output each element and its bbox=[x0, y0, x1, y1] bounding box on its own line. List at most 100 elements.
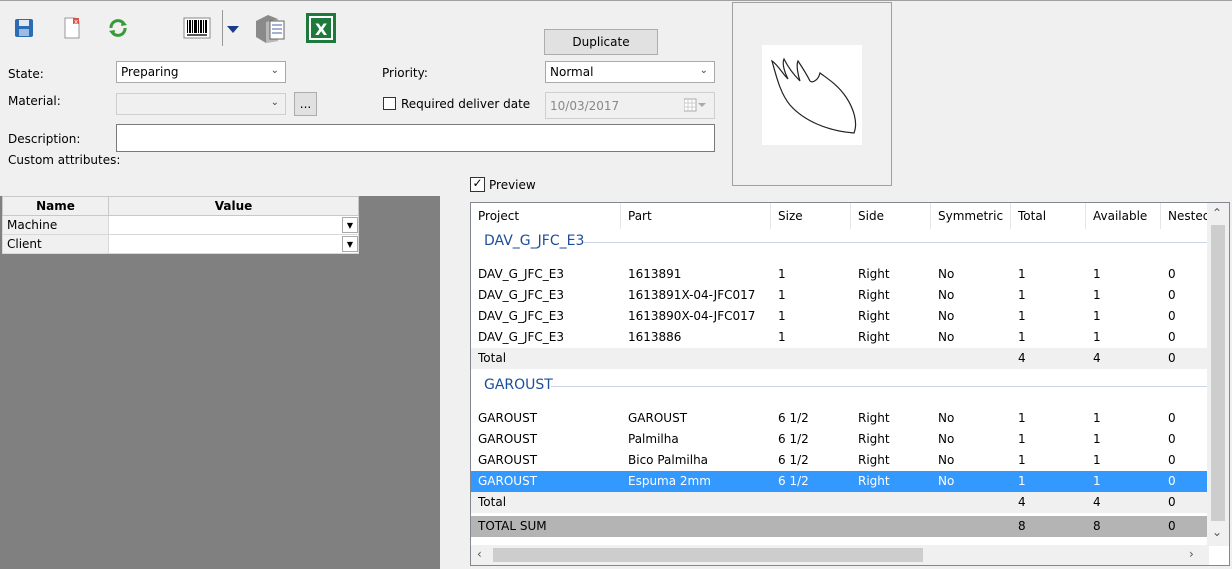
column-header-total[interactable]: Total bbox=[1011, 203, 1086, 229]
table-row[interactable]: DAV_G_JFC_E3 1613891X-04-JFC017 1 Right No 1 1… bbox=[471, 285, 1208, 306]
description-input[interactable] bbox=[116, 124, 715, 152]
column-header-size[interactable]: Size bbox=[771, 203, 851, 229]
grid-cell-part: Bico Palmilha bbox=[628, 453, 709, 467]
grid-cell-symmetric: No bbox=[938, 330, 955, 344]
barcode-icon[interactable] bbox=[183, 14, 211, 42]
grid-cell-project: GAROUST bbox=[478, 474, 538, 488]
table-row-selected[interactable]: GAROUST Espuma 2mm 6 1/2 Right No 1 1 0 bbox=[471, 471, 1208, 492]
chevron-down-icon: ⌄ bbox=[270, 97, 279, 108]
excel-icon[interactable]: X bbox=[305, 12, 337, 44]
grid-cell-nested: 0 bbox=[1168, 453, 1176, 467]
grid-cell-project: GAROUST bbox=[478, 432, 538, 446]
grid-cell-size: 6 1/2 bbox=[778, 453, 809, 467]
attribute-value-cell[interactable]: ▼ bbox=[108, 234, 359, 254]
total-sum-row: TOTAL SUM 8 8 0 bbox=[471, 516, 1208, 537]
deliver-date-picker[interactable]: 10/03/2017 bbox=[545, 92, 715, 119]
column-header-project[interactable]: Project bbox=[471, 203, 621, 229]
table-row[interactable]: GAROUST GAROUST 6 1/2 Right No 1 1 0 bbox=[471, 408, 1208, 429]
required-deliver-checkbox[interactable] bbox=[383, 97, 396, 110]
required-deliver-label: Required deliver date bbox=[401, 97, 531, 111]
grid-cell-available: 4 bbox=[1093, 351, 1101, 365]
grid-cell-nested: 0 bbox=[1168, 309, 1176, 323]
vertical-scrollbar[interactable]: ⌃ ⌄ bbox=[1207, 203, 1229, 546]
grid-cell-size: 6 1/2 bbox=[778, 474, 809, 488]
grid-cell-side: Right bbox=[858, 453, 890, 467]
dropdown-arrow-icon[interactable]: ▼ bbox=[342, 236, 358, 252]
dropdown-arrow-icon[interactable] bbox=[226, 16, 240, 44]
refresh-icon[interactable] bbox=[104, 14, 132, 42]
grid-cell-available: 1 bbox=[1093, 288, 1101, 302]
column-header-available[interactable]: Available bbox=[1086, 203, 1161, 229]
part-shape-preview bbox=[762, 45, 862, 145]
column-header-symmetric[interactable]: Symmetric bbox=[931, 203, 1011, 229]
grid-cell-nested: 0 bbox=[1168, 474, 1176, 488]
save-icon[interactable] bbox=[10, 14, 38, 42]
scroll-down-icon[interactable]: ⌄ bbox=[1212, 525, 1222, 539]
grid-cell-side: Right bbox=[858, 288, 890, 302]
top-border bbox=[0, 0, 1232, 1]
scroll-left-icon[interactable]: ‹ bbox=[477, 547, 482, 561]
horizontal-scroll-thumb[interactable] bbox=[493, 548, 923, 562]
grid-cell-project: DAV_G_JFC_E3 bbox=[478, 330, 565, 344]
grid-cell-available: 8 bbox=[1093, 519, 1101, 533]
grid-cell-side: Right bbox=[858, 330, 890, 344]
column-header-side[interactable]: Side bbox=[851, 203, 931, 229]
scroll-right-icon[interactable]: › bbox=[1189, 547, 1194, 561]
grid-cell-nested: 0 bbox=[1168, 495, 1176, 509]
table-row[interactable]: DAV_G_JFC_E3 1613886 1 Right No 1 1 0 bbox=[471, 327, 1208, 348]
grid-cell-available: 1 bbox=[1093, 267, 1101, 281]
grid-cell-side: Right bbox=[858, 309, 890, 323]
grid-cell-available: 4 bbox=[1093, 495, 1101, 509]
attribute-row: Machine ▼ bbox=[2, 215, 359, 235]
grid-cell-symmetric: No bbox=[938, 432, 955, 446]
grid-cell-size: 1 bbox=[778, 267, 786, 281]
table-row[interactable]: GAROUST Bico Palmilha 6 1/2 Right No 1 1 0 bbox=[471, 450, 1208, 471]
grid-cell-project: DAV_G_JFC_E3 bbox=[478, 309, 565, 323]
grid-cell-side: Right bbox=[858, 267, 890, 281]
custom-attributes-label: Custom attributes: bbox=[8, 153, 121, 167]
vertical-scroll-thumb[interactable] bbox=[1211, 225, 1225, 521]
column-header-part[interactable]: Part bbox=[621, 203, 771, 229]
group-title[interactable]: DAV_G_JFC_E3 bbox=[484, 233, 584, 249]
grid-cell-symmetric: No bbox=[938, 411, 955, 425]
grid-cell-available: 1 bbox=[1093, 453, 1101, 467]
dropdown-arrow-icon[interactable]: ▼ bbox=[342, 217, 358, 233]
material-browse-button[interactable]: ... bbox=[294, 92, 317, 116]
grid-cell-total: 1 bbox=[1018, 330, 1026, 344]
chevron-down-icon: ⌄ bbox=[699, 65, 708, 76]
horizontal-scrollbar[interactable]: ‹ › bbox=[471, 545, 1209, 565]
table-row[interactable]: DAV_G_JFC_E3 1613890X-04-JFC017 1 Right No 1 1… bbox=[471, 306, 1208, 327]
priority-select[interactable]: Normal ⌄ bbox=[545, 61, 715, 83]
grid-cell-size: 6 1/2 bbox=[778, 432, 809, 446]
group-divider bbox=[551, 386, 1208, 387]
preview-checkbox[interactable]: ✓ bbox=[470, 177, 485, 192]
grid-cell-project: DAV_G_JFC_E3 bbox=[478, 288, 565, 302]
grid-cell-side: Right bbox=[858, 411, 890, 425]
group-total-row: Total 4 4 0 bbox=[471, 492, 1208, 513]
group-title[interactable]: GAROUST bbox=[484, 377, 553, 393]
deliver-date-value: 10/03/2017 bbox=[550, 99, 620, 113]
document-package-icon[interactable] bbox=[254, 12, 288, 44]
grid-cell-symmetric: No bbox=[938, 309, 955, 323]
grid-cell-part: Espuma 2mm bbox=[628, 474, 711, 488]
state-select[interactable]: Preparing ⌄ bbox=[116, 61, 286, 83]
grid-cell-total: 1 bbox=[1018, 288, 1026, 302]
attributes-header-name: Name bbox=[2, 196, 109, 216]
grid-cell-nested: 0 bbox=[1168, 519, 1176, 533]
table-row[interactable]: GAROUST Palmilha 6 1/2 Right No 1 1 0 bbox=[471, 429, 1208, 450]
grid-cell-total: 4 bbox=[1018, 351, 1026, 365]
parts-grid: Project Part Size Side Symmetric Total A… bbox=[470, 202, 1230, 566]
material-select[interactable]: ⌄ bbox=[116, 93, 286, 115]
grid-cell-total: 1 bbox=[1018, 453, 1026, 467]
scroll-up-icon[interactable]: ⌃ bbox=[1212, 206, 1222, 220]
excel-glyph: X bbox=[315, 20, 328, 39]
duplicate-button[interactable]: Duplicate bbox=[544, 29, 658, 55]
grid-cell-part: 1613890X-04-JFC017 bbox=[628, 309, 756, 323]
grid-cell-part: 1613891X-04-JFC017 bbox=[628, 288, 756, 302]
grid-cell-nested: 0 bbox=[1168, 351, 1176, 365]
grid-cell-nested: 0 bbox=[1168, 267, 1176, 281]
group-divider bbox=[583, 242, 1208, 243]
attribute-value-cell[interactable]: ▼ bbox=[108, 215, 359, 235]
new-document-icon[interactable]: x bbox=[58, 14, 86, 42]
table-row[interactable]: DAV_G_JFC_E3 1613891 1 Right No 1 1 0 bbox=[471, 264, 1208, 285]
